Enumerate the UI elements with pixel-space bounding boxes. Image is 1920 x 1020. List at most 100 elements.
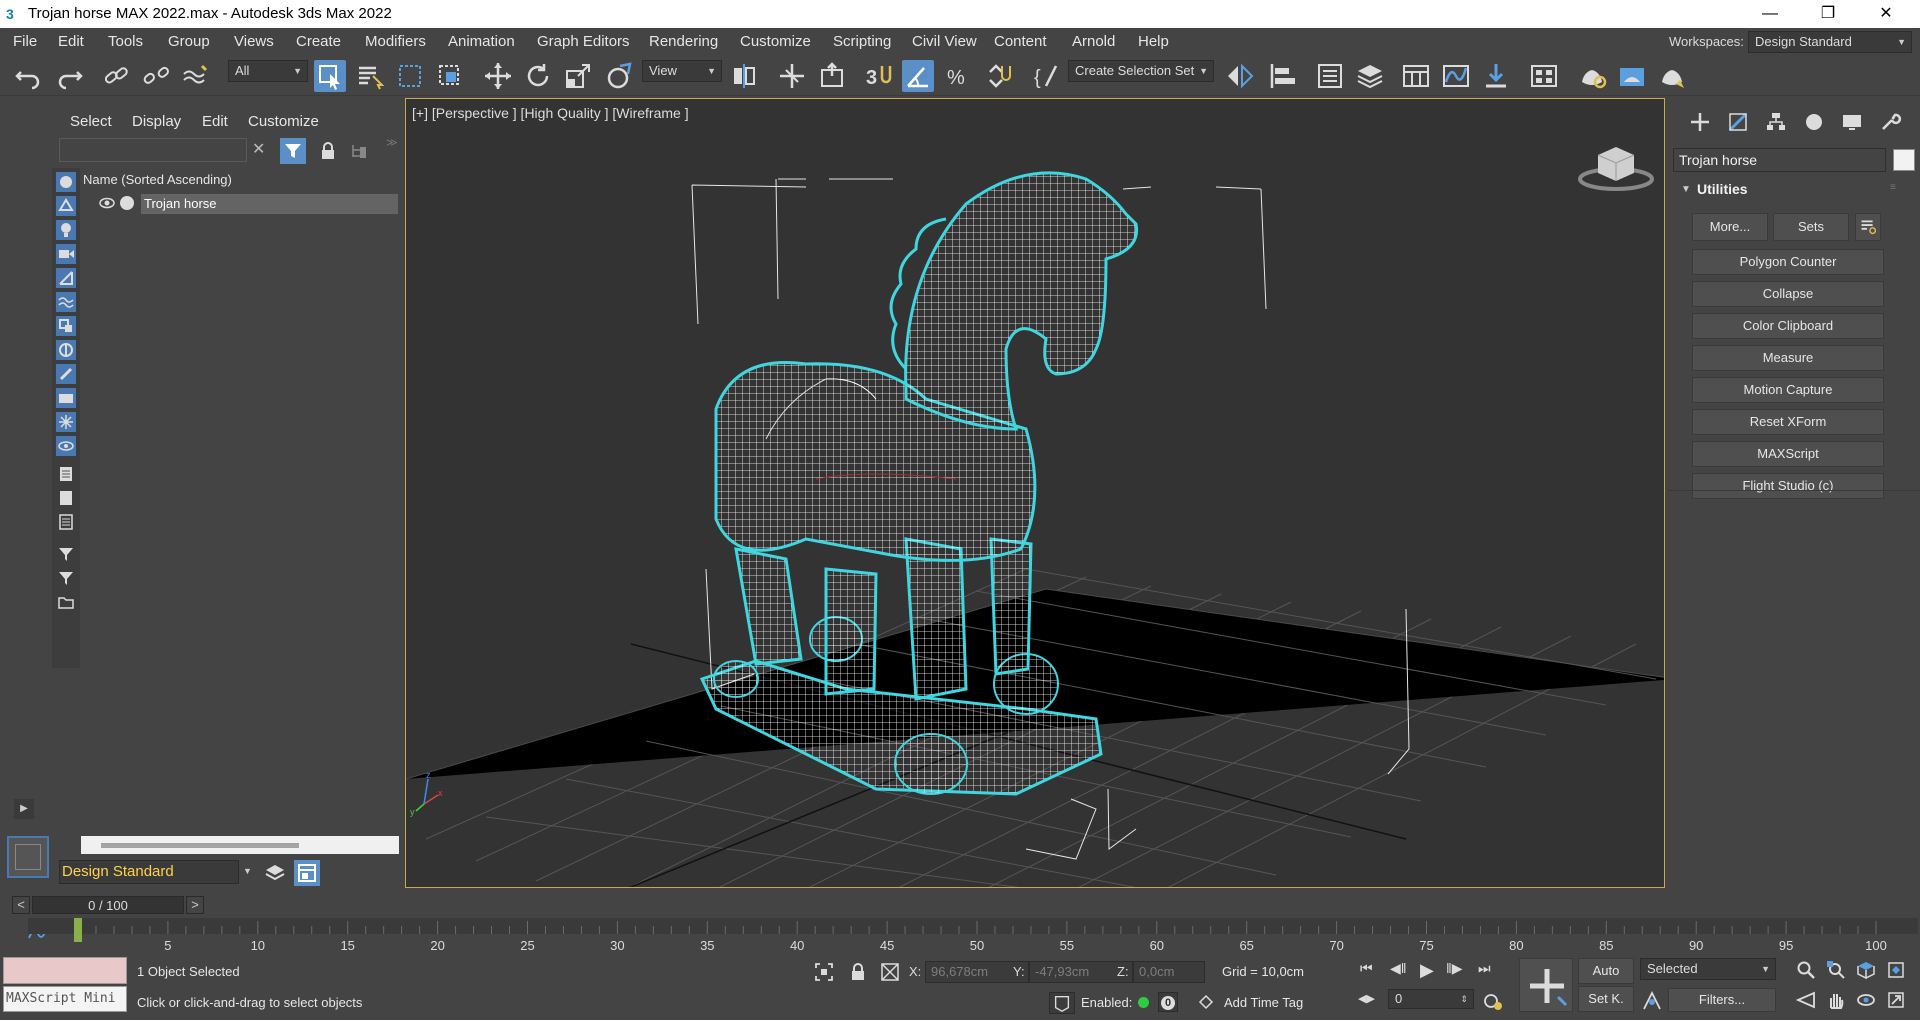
motion-tab-icon[interactable] bbox=[1802, 110, 1826, 134]
panel-options-icon[interactable]: ≫ bbox=[386, 136, 398, 149]
display-none-icon[interactable] bbox=[56, 488, 76, 508]
curve-editor-icon[interactable] bbox=[1440, 60, 1472, 92]
menu-civil-view[interactable]: Civil View bbox=[912, 33, 977, 50]
toggle-ribbon-icon[interactable] bbox=[1400, 60, 1432, 92]
unlink-icon[interactable] bbox=[140, 60, 172, 92]
menu-arnold[interactable]: Arnold bbox=[1072, 33, 1115, 50]
zoom-extents-all-icon[interactable] bbox=[1886, 960, 1906, 980]
maxscript-button[interactable]: MAXScript bbox=[1692, 441, 1884, 467]
add-time-tag-label[interactable]: Add Time Tag bbox=[1224, 995, 1303, 1010]
time-slider[interactable]: 0 / 100 bbox=[32, 896, 184, 914]
menu-scripting[interactable]: Scripting bbox=[833, 33, 891, 50]
time-tag-icon[interactable] bbox=[1198, 994, 1214, 1010]
menu-edit[interactable]: Edit bbox=[58, 33, 84, 50]
menu-help[interactable]: Help bbox=[1138, 33, 1169, 50]
zoom-extents-icon[interactable] bbox=[1856, 960, 1876, 980]
angle-snap-icon[interactable] bbox=[902, 60, 934, 92]
placement-icon[interactable] bbox=[602, 60, 634, 92]
adaptive-degradation-icon[interactable] bbox=[1049, 992, 1075, 1014]
selection-set-dropdown[interactable]: Create Selection Set ▼ bbox=[1068, 60, 1214, 82]
display-tab-icon[interactable] bbox=[1840, 110, 1864, 134]
tab-select[interactable]: Select bbox=[70, 113, 112, 130]
display-frozen-icon[interactable] bbox=[56, 412, 76, 432]
orbit-icon[interactable] bbox=[1856, 990, 1876, 1010]
menu-views[interactable]: Views bbox=[234, 33, 274, 50]
display-containers-icon[interactable] bbox=[56, 388, 76, 408]
measure-button[interactable]: Measure bbox=[1692, 345, 1884, 371]
display-cameras-icon[interactable] bbox=[56, 244, 76, 264]
menu-tools[interactable]: Tools bbox=[108, 33, 143, 50]
viewport-layout-icon[interactable] bbox=[7, 836, 49, 878]
tab-edit[interactable]: Edit bbox=[202, 113, 228, 130]
z-coordinate-field[interactable]: 0,0cm bbox=[1133, 961, 1205, 983]
rectangular-selection-icon[interactable] bbox=[394, 60, 426, 92]
play-icon[interactable]: ▶ bbox=[1420, 960, 1442, 980]
tab-customize[interactable]: Customize bbox=[248, 113, 319, 130]
enabled-status-indicator[interactable] bbox=[1138, 997, 1149, 1008]
display-lights-icon[interactable] bbox=[56, 220, 76, 240]
perspective-viewport[interactable]: [+] [Perspective ] [High Quality ] [Wire… bbox=[405, 98, 1665, 888]
configure-sets-icon[interactable] bbox=[1855, 213, 1881, 241]
rollout-options-icon[interactable]: ≡ bbox=[1890, 182, 1896, 193]
spinner-snap-icon[interactable] bbox=[982, 60, 1014, 92]
open-folder-icon[interactable] bbox=[56, 592, 76, 612]
named-selection-sets-icon[interactable]: { bbox=[1030, 60, 1062, 92]
rollout-title[interactable]: Utilities bbox=[1697, 181, 1748, 197]
hierarchy-icon[interactable] bbox=[350, 142, 368, 160]
display-space-warps-icon[interactable] bbox=[56, 292, 76, 312]
display-bones-icon[interactable] bbox=[56, 364, 76, 384]
menu-animation[interactable]: Animation bbox=[448, 33, 515, 50]
selection-lock-icon[interactable] bbox=[850, 962, 866, 982]
minimize-icon[interactable]: — bbox=[1742, 0, 1798, 28]
more-button[interactable]: More... bbox=[1692, 213, 1768, 241]
maxscript-mini-input[interactable]: MAXScript Mini bbox=[3, 986, 127, 1012]
lock-icon[interactable] bbox=[320, 142, 336, 160]
restore-icon[interactable]: ❐ bbox=[1800, 0, 1856, 28]
menu-customize[interactable]: Customize bbox=[740, 33, 811, 50]
close-icon[interactable]: ✕ bbox=[1858, 0, 1914, 28]
filter-icon[interactable] bbox=[56, 568, 76, 588]
undo-icon[interactable] bbox=[12, 60, 44, 92]
menu-file[interactable]: File bbox=[13, 33, 37, 50]
display-invert-icon[interactable] bbox=[56, 512, 76, 532]
select-manipulate-icon[interactable] bbox=[776, 60, 808, 92]
bind-space-warp-icon[interactable] bbox=[180, 60, 212, 92]
clear-search-icon[interactable]: ✕ bbox=[252, 142, 268, 158]
display-geometry-icon[interactable] bbox=[56, 172, 76, 192]
scene-explorer-scrollbar[interactable] bbox=[81, 836, 399, 854]
utilities-tab-icon[interactable] bbox=[1878, 110, 1902, 134]
menu-content[interactable]: Content bbox=[994, 33, 1047, 50]
workspace-dropdown[interactable]: Design Standard ▼ bbox=[1748, 31, 1912, 53]
current-frame-field[interactable]: 0 ⇕ bbox=[1388, 989, 1474, 1009]
mirror-icon[interactable] bbox=[1224, 60, 1256, 92]
rollout-collapse-icon[interactable]: ▼ bbox=[1681, 184, 1691, 195]
flight-studio-button[interactable]: Flight Studio (c) bbox=[1692, 473, 1884, 499]
display-hidden-icon[interactable] bbox=[56, 436, 76, 456]
filter-selection-icon[interactable] bbox=[280, 138, 306, 164]
time-slider-next-button[interactable]: > bbox=[186, 896, 204, 914]
zoom-all-icon[interactable] bbox=[1826, 960, 1846, 980]
scene-explorer-workspace-field[interactable]: Design Standard bbox=[59, 860, 239, 884]
object-color-swatch[interactable] bbox=[1893, 149, 1915, 171]
material-editor-icon[interactable] bbox=[1528, 60, 1560, 92]
align-icon[interactable] bbox=[1266, 60, 1298, 92]
scale-icon[interactable] bbox=[562, 60, 594, 92]
display-groups-icon[interactable] bbox=[56, 316, 76, 336]
key-filters-icon[interactable] bbox=[1641, 990, 1663, 1012]
visibility-eye-icon[interactable] bbox=[99, 196, 115, 210]
move-icon[interactable] bbox=[482, 60, 514, 92]
field-of-view-icon[interactable] bbox=[1795, 990, 1816, 1010]
scene-explorer-toggle-icon[interactable] bbox=[1314, 60, 1346, 92]
expand-panel-icon[interactable]: ▶ bbox=[14, 799, 34, 819]
previous-frame-icon[interactable]: ◀‖ bbox=[1390, 960, 1412, 980]
layers-icon[interactable] bbox=[262, 861, 288, 885]
display-helpers-icon[interactable] bbox=[56, 268, 76, 288]
collapse-button[interactable]: Collapse bbox=[1692, 281, 1884, 307]
polygon-counter-button[interactable]: Polygon Counter bbox=[1692, 249, 1884, 275]
key-mode-toggle-icon[interactable]: ◀▶ bbox=[1358, 992, 1375, 1010]
filter-funnel-icon[interactable] bbox=[56, 544, 76, 564]
pan-hand-icon[interactable] bbox=[1826, 990, 1846, 1010]
color-clipboard-button[interactable]: Color Clipboard bbox=[1692, 313, 1884, 339]
display-shapes-icon[interactable] bbox=[56, 196, 76, 216]
create-tab-icon[interactable] bbox=[1688, 110, 1712, 134]
